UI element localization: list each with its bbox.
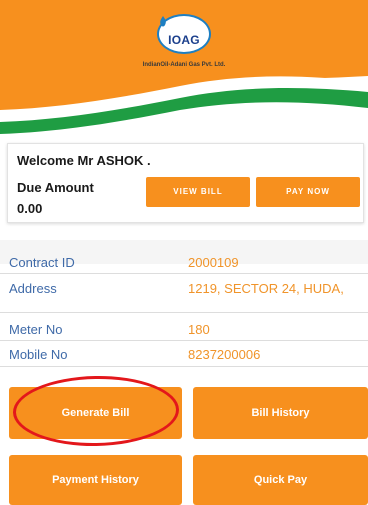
contract-id-label: Contract ID [9, 255, 75, 270]
app-header: IOAG IndianOil-Adani Gas Pvt. Ltd. [0, 0, 368, 140]
flame-icon [160, 16, 166, 27]
payment-history-button[interactable]: Payment History [9, 455, 182, 505]
ioag-logo: IOAG [157, 14, 211, 54]
company-name: IndianOil-Adani Gas Pvt. Ltd. [142, 62, 226, 68]
divider [0, 312, 368, 313]
welcome-card: Welcome Mr ASHOK . Due Amount 0.00 VIEW … [7, 143, 364, 223]
logo-text: IOAG [168, 33, 200, 47]
due-amount-label: Due Amount [17, 180, 94, 195]
welcome-greeting: Welcome Mr ASHOK . [17, 153, 151, 168]
view-bill-button[interactable]: VIEW BILL [146, 177, 250, 207]
meter-no-label: Meter No [9, 322, 63, 337]
generate-bill-button[interactable]: Generate Bill [9, 387, 182, 439]
divider [0, 273, 368, 274]
address-label: Address [9, 281, 57, 296]
due-amount-value: 0.00 [17, 201, 43, 216]
contract-id-value: 2000109 [188, 255, 239, 270]
bill-history-button[interactable]: Bill History [193, 387, 368, 439]
mobile-no-label: Mobile No [9, 347, 68, 362]
mobile-no-value: 8237200006 [188, 347, 261, 362]
quick-pay-button[interactable]: Quick Pay [193, 455, 368, 505]
address-value: 1219, SECTOR 24, HUDA, [188, 281, 344, 296]
divider [0, 366, 368, 367]
pay-now-button[interactable]: PAY NOW [256, 177, 360, 207]
meter-no-value: 180 [188, 322, 210, 337]
divider [0, 340, 368, 341]
